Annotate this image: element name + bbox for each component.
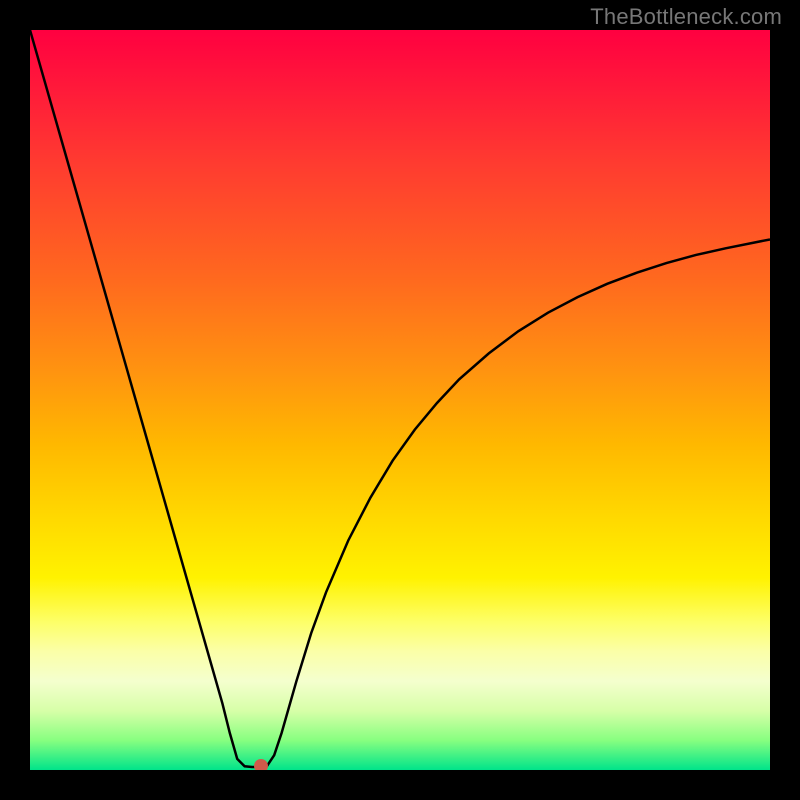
chart-frame: TheBottleneck.com: [0, 0, 800, 800]
minimum-marker: [254, 759, 268, 770]
plot-area: [30, 30, 770, 770]
bottleneck-curve: [30, 30, 770, 767]
curve-svg: [30, 30, 770, 770]
watermark-text: TheBottleneck.com: [590, 4, 782, 30]
